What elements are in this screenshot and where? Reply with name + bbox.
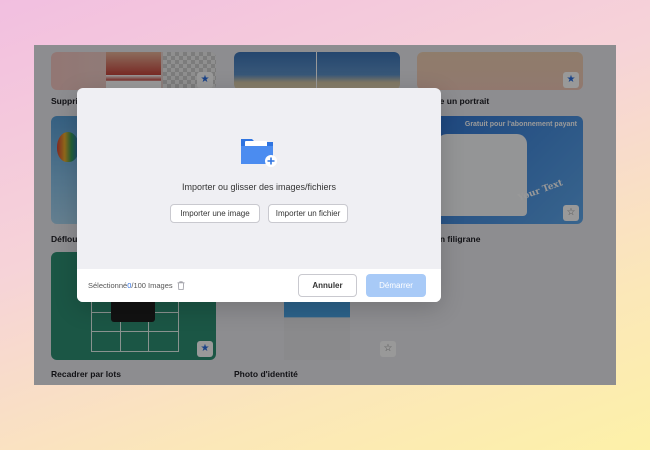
dialog-footer: Sélectionné 0 /100 Images Annuler Démarr… bbox=[77, 269, 441, 302]
upload-dialog: Importer ou glisser des images/fichiers … bbox=[77, 88, 441, 302]
selected-suffix: /100 Images bbox=[131, 281, 173, 290]
selected-prefix: Sélectionné bbox=[88, 281, 128, 290]
folder-upload-icon[interactable] bbox=[239, 133, 279, 169]
start-button[interactable]: Démarrer bbox=[366, 274, 426, 297]
import-file-button[interactable]: Importer un fichier bbox=[268, 204, 348, 223]
upload-instructions: Importer ou glisser des images/fichiers bbox=[181, 182, 337, 192]
trash-icon[interactable] bbox=[177, 281, 185, 290]
cancel-button[interactable]: Annuler bbox=[298, 274, 357, 297]
selection-counter: Sélectionné 0 /100 Images bbox=[88, 281, 185, 290]
import-image-button[interactable]: Importer une image bbox=[170, 204, 260, 223]
